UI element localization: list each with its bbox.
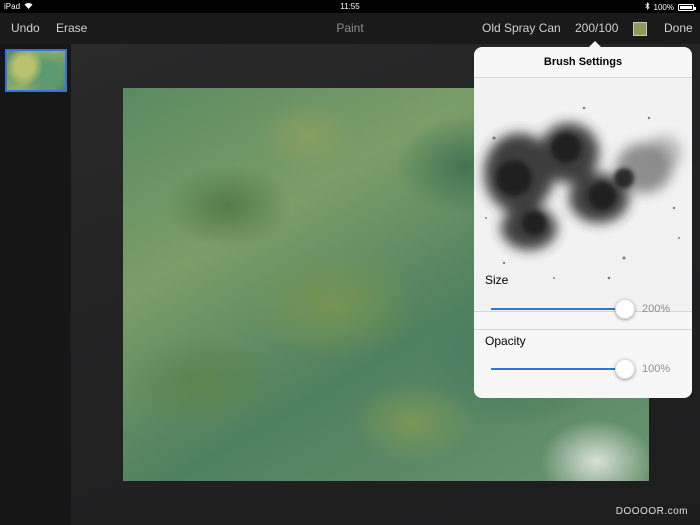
brush-size-button[interactable]: 200/100 — [575, 21, 618, 35]
status-bar: iPad 11:55 100% — [0, 0, 700, 13]
opacity-value: 100% — [642, 363, 671, 375]
brush-select-button[interactable]: Old Spray Can — [482, 21, 561, 35]
toolbar: Undo Erase Paint Old Spray Can 200/100 D… — [0, 13, 700, 44]
color-swatch-button[interactable] — [633, 22, 647, 36]
layers-sidebar — [0, 44, 71, 525]
watermark: DOOOOR.com — [615, 506, 688, 517]
battery-percent: 100% — [653, 2, 674, 12]
opacity-slider-fill — [491, 368, 625, 370]
size-value: 200% — [642, 303, 671, 315]
battery-icon — [678, 3, 696, 11]
size-slider-knob[interactable] — [615, 299, 635, 319]
size-slider-fill — [491, 308, 625, 310]
brush-settings-popover: Brush Settings Size 200% Opacity 100% — [474, 47, 692, 398]
done-button[interactable]: Done — [664, 21, 693, 35]
bluetooth-icon — [644, 2, 650, 12]
section-divider — [474, 329, 692, 330]
opacity-slider-knob[interactable] — [615, 359, 635, 379]
size-label: Size — [485, 273, 509, 287]
popover-title: Brush Settings — [474, 47, 692, 78]
opacity-label: Opacity — [485, 334, 526, 348]
size-slider[interactable] — [491, 299, 635, 319]
layer-thumbnail[interactable] — [5, 49, 67, 92]
status-time: 11:55 — [340, 2, 360, 11]
opacity-slider[interactable] — [491, 359, 635, 379]
